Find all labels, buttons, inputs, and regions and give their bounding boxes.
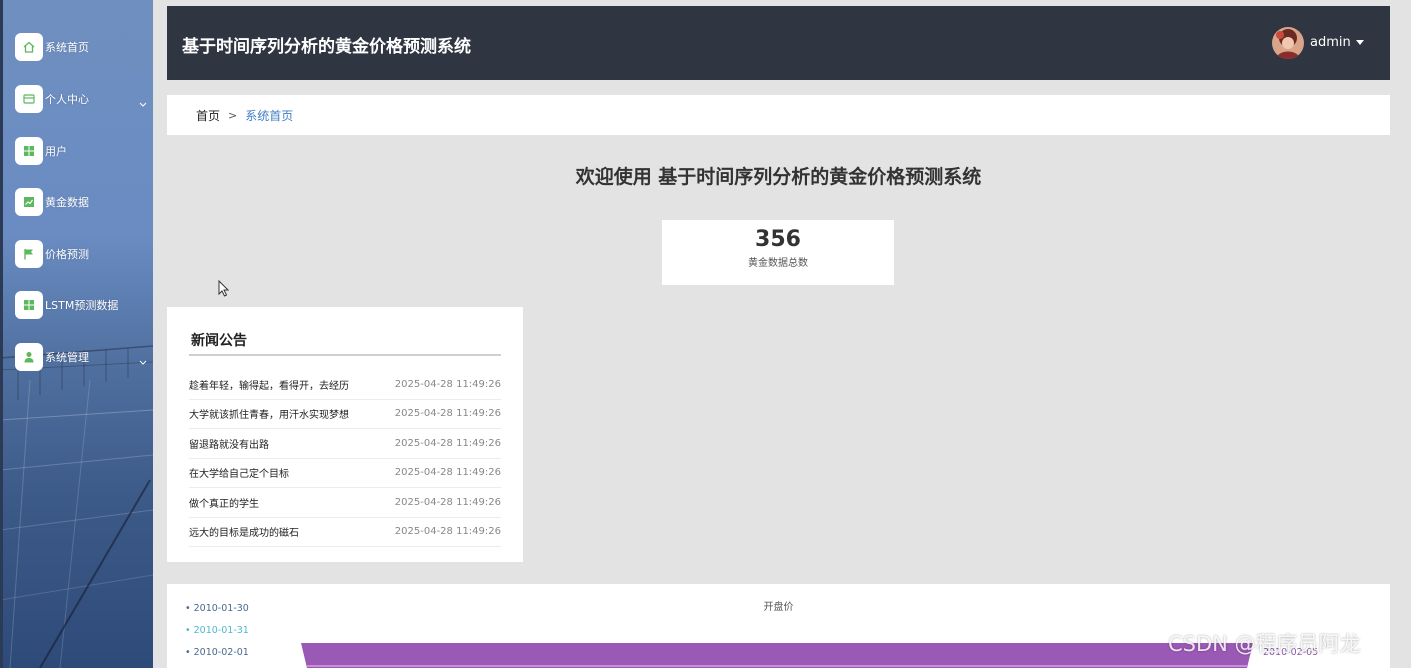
sidebar-item-label: LSTM预测数据 <box>45 299 119 312</box>
grid-icon <box>15 137 43 165</box>
news-item-title: 大学就该抓住青春，用汗水实现梦想 <box>189 410 349 422</box>
news-item[interactable]: 大学就该抓住青春，用汗水实现梦想 2025-04-28 11:49:26 <box>189 400 501 429</box>
username: admin <box>1310 35 1351 50</box>
news-title: 新闻公告 <box>191 333 247 349</box>
csdn-watermark: CSDN @程序员阿龙 <box>1168 632 1361 656</box>
top-header: 基于时间序列分析的黄金价格预测系统 admin <box>167 6 1390 80</box>
mouse-cursor-icon <box>218 280 230 297</box>
news-item[interactable]: 远大的目标是成功的磁石 2025-04-28 11:49:26 <box>189 518 501 547</box>
news-item-date: 2025-04-28 11:49:26 <box>394 408 501 420</box>
grid-icon <box>15 291 43 319</box>
news-panel: 新闻公告 趁着年轻，输得起，看得开，去经历 2025-04-28 11:49:2… <box>167 307 523 562</box>
news-item[interactable]: 趁着年轻，输得起，看得开，去经历 2025-04-28 11:49:26 <box>189 370 501 400</box>
chart-legend-label: 2010-01-31 <box>193 625 249 636</box>
breadcrumb-home[interactable]: 首页 <box>196 107 220 124</box>
stat-value: 356 <box>755 227 801 252</box>
sidebar-item-system-management[interactable]: 系统管理 <box>15 343 150 371</box>
chart-legend-item[interactable]: • 2010-01-30 <box>185 603 249 614</box>
news-item-title: 留退路就没有出路 <box>189 439 269 451</box>
chart-area-fill <box>301 643 1253 668</box>
user-menu[interactable]: admin <box>1310 35 1364 50</box>
breadcrumb: 首页 > 系统首页 <box>167 95 1390 135</box>
news-item[interactable]: 在大学给自己定个目标 2025-04-28 11:49:26 <box>189 459 501 488</box>
news-item[interactable]: 做个真正的学生 2025-04-28 11:49:26 <box>189 488 501 518</box>
welcome-heading: 欢迎使用 基于时间序列分析的黄金价格预测系统 <box>575 166 982 188</box>
news-item-date: 2025-04-28 11:49:26 <box>394 496 501 508</box>
sidebar-item-home[interactable]: 系统首页 <box>15 33 150 61</box>
news-item-title: 在大学给自己定个目标 <box>189 469 289 481</box>
flag-icon <box>15 240 43 268</box>
sidebar-item-personal-center[interactable]: 个人中心 <box>15 85 150 113</box>
news-title-divider <box>189 354 501 356</box>
stat-card: 356 黄金数据总数 <box>662 220 894 285</box>
news-item-date: 2025-04-28 11:49:26 <box>394 378 501 390</box>
sidebar-item-gold-data[interactable]: 黄金数据 <box>15 188 150 216</box>
chart-icon <box>15 188 43 216</box>
news-item-title: 做个真正的学生 <box>189 498 259 510</box>
news-item-title: 趁着年轻，输得起，看得开，去经历 <box>189 380 349 392</box>
person-icon <box>15 343 43 371</box>
sidebar-item-label: 黄金数据 <box>45 196 89 209</box>
news-item-date: 2025-04-28 11:49:26 <box>394 467 501 479</box>
chevron-down-icon <box>139 93 147 112</box>
news-item[interactable]: 留退路就没有出路 2025-04-28 11:49:26 <box>189 429 501 459</box>
chevron-down-icon <box>139 351 147 370</box>
news-item-title: 远大的目标是成功的磁石 <box>189 528 299 540</box>
chart-legend-label: 2010-01-30 <box>193 603 249 614</box>
home-icon <box>15 33 43 61</box>
sidebar: 系统首页 个人中心 用户 黄金数据 价格预测 LSTM预测数据 系统管理 <box>0 0 153 668</box>
card-icon <box>15 85 43 113</box>
floor-background <box>0 380 153 668</box>
sidebar-item-label: 系统首页 <box>45 41 89 54</box>
chart-legend-label: 2010-02-01 <box>193 647 249 658</box>
sidebar-item-label: 个人中心 <box>45 93 89 106</box>
news-item-date: 2025-04-28 11:49:26 <box>394 437 501 449</box>
avatar[interactable] <box>1272 27 1304 59</box>
chart-title: 开盘价 <box>763 602 794 613</box>
sidebar-item-lstm-data[interactable]: LSTM预测数据 <box>15 291 150 319</box>
sidebar-item-label: 用户 <box>45 145 67 158</box>
sidebar-edge <box>0 0 3 668</box>
breadcrumb-separator: > <box>228 108 238 122</box>
breadcrumb-current[interactable]: 系统首页 <box>245 107 293 124</box>
caret-down-icon <box>1355 40 1364 45</box>
sidebar-item-price-forecast[interactable]: 价格预测 <box>15 240 150 268</box>
sidebar-item-users[interactable]: 用户 <box>15 137 150 165</box>
chart-legend-item[interactable]: • 2010-01-31 <box>185 625 249 636</box>
chart-legend-item[interactable]: • 2010-02-01 <box>185 647 249 658</box>
stat-caption: 黄金数据总数 <box>748 258 808 269</box>
sidebar-item-label: 系统管理 <box>45 351 89 364</box>
sidebar-item-label: 价格预测 <box>45 248 89 261</box>
news-item-date: 2025-04-28 11:49:26 <box>394 526 501 538</box>
app-title: 基于时间序列分析的黄金价格预测系统 <box>182 37 471 57</box>
